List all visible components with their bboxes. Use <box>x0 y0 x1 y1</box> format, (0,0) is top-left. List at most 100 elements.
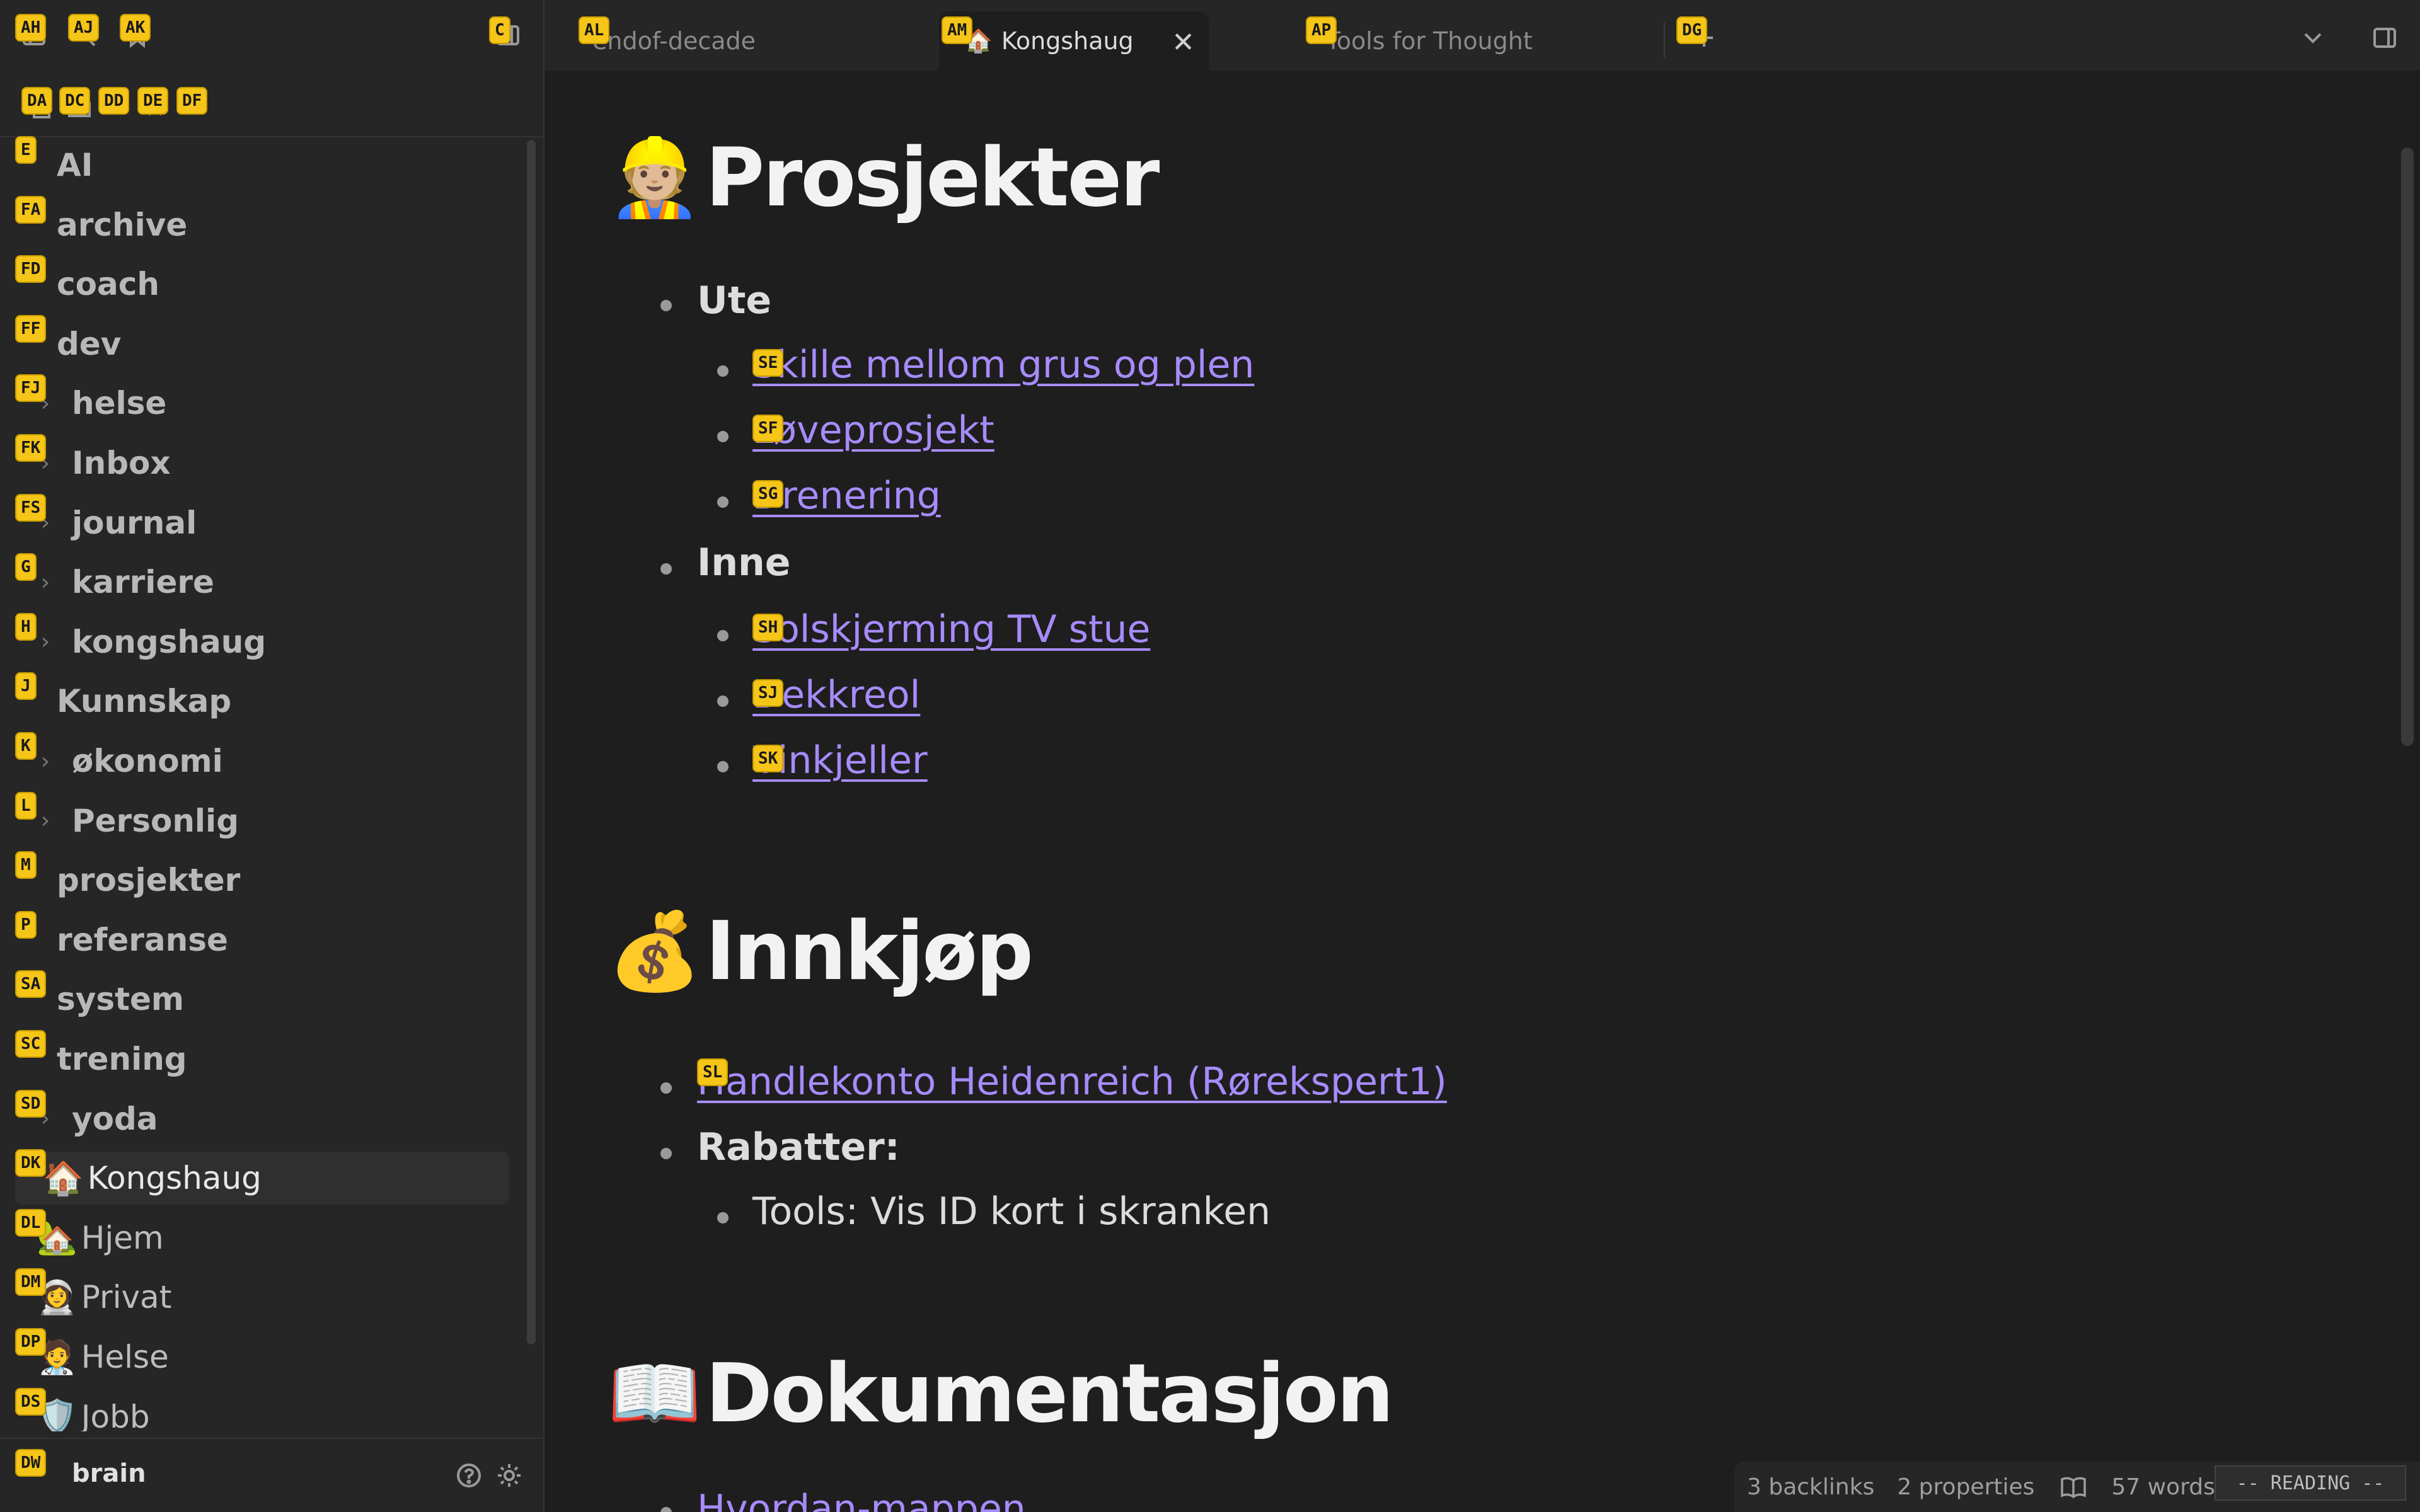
link-dokumentasjon-partial[interactable]: Hvordan-mappen... <box>697 1487 1062 1512</box>
hint-badge: SL <box>697 1058 729 1086</box>
tree-item-inbox[interactable]: › Inbox <box>33 437 171 490</box>
vault-name[interactable]: brain <box>72 1459 146 1488</box>
heading-prosjekter: 👷🏼 Prosjekter <box>608 131 1160 225</box>
tab-label: Kongshaug <box>1001 27 1134 55</box>
hint-badge: DF <box>176 87 208 115</box>
tree-item-dev[interactable]: dev <box>57 318 121 370</box>
tree-item-system[interactable]: system <box>57 973 184 1026</box>
list-item: Hvordan-mappen... <box>697 1487 1062 1512</box>
hint-badge: FD <box>15 255 47 284</box>
tree-item-jobb[interactable]: 🛡️ Jobb <box>37 1390 150 1431</box>
tree-item-label: prosjekter <box>57 862 241 899</box>
vim-mode-indicator: -- READING -- <box>2215 1465 2406 1501</box>
link-loveprosjekt[interactable]: Løveprosjekt <box>752 408 994 452</box>
hint-badge: DE <box>137 87 169 115</box>
hint-badge: DD <box>98 87 130 115</box>
tree-item-hjem[interactable]: 🏡 Hjem <box>37 1211 164 1264</box>
backlinks-count[interactable]: 3 backlinks <box>1747 1474 1874 1500</box>
tree-item-journal[interactable]: › journal <box>33 496 197 549</box>
bullet-icon <box>717 365 729 377</box>
bullet-icon <box>660 300 672 311</box>
tree-item-label: Privat <box>81 1279 172 1316</box>
tab-bar: endof-decade 🏠 Kongshaug ✕ Tools for Tho… <box>544 0 2420 71</box>
tree-item-label: archive <box>57 206 188 243</box>
tab-kongshaug[interactable]: 🏠 Kongshaug ✕ <box>939 11 1209 71</box>
hint-badge: P <box>15 910 37 939</box>
hint-badge: AP <box>1306 16 1337 44</box>
hint-badge: FS <box>15 493 47 522</box>
hint-badge: M <box>15 851 37 879</box>
list-item-tools: Tools: Vis ID kort i skranken <box>752 1189 1271 1234</box>
tab-list-chevron-down-icon[interactable] <box>2294 19 2332 57</box>
sidebar-scrollbar[interactable] <box>527 140 536 1344</box>
hint-badge: K <box>15 732 37 760</box>
tree-item-helse[interactable]: › helse <box>33 377 167 430</box>
hint-badge: DG <box>1676 16 1708 44</box>
hint-badge: DK <box>15 1149 47 1177</box>
bullet-icon <box>660 1507 672 1512</box>
tree-item-label: yoda <box>72 1100 158 1137</box>
bullet-icon <box>660 1082 672 1094</box>
tree-item-label: coach <box>57 266 159 303</box>
chevron-right-icon[interactable]: › <box>33 808 58 833</box>
hint-badge: DL <box>15 1208 47 1237</box>
right-sidebar-toggle-icon[interactable] <box>2366 19 2404 57</box>
tree-item-label: dev <box>57 325 122 362</box>
chevron-right-icon[interactable]: › <box>33 629 58 655</box>
reading-mode-icon[interactable] <box>2060 1473 2087 1501</box>
chevron-right-icon[interactable]: › <box>33 570 58 595</box>
tree-item-økonomi[interactable]: › økonomi <box>33 735 223 788</box>
link-solskjerming-tv-stue[interactable]: Solskjerming TV stue <box>752 607 1150 651</box>
tree-item-label: system <box>57 981 185 1018</box>
tree-item-ai[interactable]: AI <box>57 139 93 192</box>
tree-item-coach[interactable]: coach <box>57 258 159 311</box>
word-count: 57 words <box>2111 1474 2215 1500</box>
left-sidebar: AI archive coach dev › helse › Inbox › journal › ka… <box>0 0 544 1512</box>
bullet-icon <box>717 496 729 508</box>
tree-item-kongshaug[interactable]: › kongshaug <box>33 616 266 668</box>
hint-badge: DC <box>59 87 91 115</box>
tree-item-kunnskap[interactable]: Kunnskap <box>57 675 231 728</box>
list-item-inne: Inne <box>697 541 791 585</box>
hint-badge: FJ <box>15 374 47 403</box>
settings-gear-icon[interactable] <box>490 1457 528 1494</box>
tree-item-prosjekter[interactable]: prosjekter <box>57 854 240 907</box>
bullet-icon <box>717 431 729 442</box>
tree-item-label: Hjem <box>81 1219 164 1256</box>
money-bag-icon: 💰 <box>608 907 702 995</box>
tree-item-label: Kunnskap <box>57 683 232 720</box>
link-skille-mellom-grus-og-plen[interactable]: Skille mellom grus og plen <box>752 343 1254 387</box>
properties-count[interactable]: 2 properties <box>1897 1474 2034 1500</box>
tab-endof-decade[interactable]: endof-decade <box>567 11 908 71</box>
tree-item-archive[interactable]: archive <box>57 198 187 251</box>
file-emoji-icon: 🏠 <box>43 1159 84 1198</box>
hint-badge: SC <box>15 1030 47 1058</box>
tree-item-yoda[interactable]: › yoda <box>33 1092 158 1145</box>
tree-item-label: kongshaug <box>72 623 267 660</box>
tree-item-helse[interactable]: 🧑‍⚕️ Helse <box>37 1331 169 1383</box>
tree-item-trening[interactable]: trening <box>57 1033 187 1085</box>
tree-item-referanse[interactable]: referanse <box>57 914 228 966</box>
tab-tools-for-thought[interactable]: Tools for Thought <box>1301 11 1641 71</box>
tree-item-personlig[interactable]: › Personlig <box>33 794 239 847</box>
close-tab-icon[interactable]: ✕ <box>1172 26 1195 59</box>
tree-item-karriere[interactable]: › karriere <box>33 556 214 609</box>
file-tree: AI archive coach dev › helse › Inbox › journal › ka… <box>0 136 529 1431</box>
link-handlekonto-heidenreich[interactable]: Handlekonto Heidenreich (Rørekspert1) <box>697 1060 1447 1104</box>
hint-badge: SK <box>752 745 784 772</box>
content-scrollbar[interactable] <box>2401 147 2414 746</box>
hint-badge: SH <box>752 614 784 641</box>
list-item-ute: Ute <box>697 278 772 323</box>
hint-badge: SE <box>752 349 784 377</box>
tree-item-label: AI <box>57 147 93 183</box>
tree-item-privat[interactable]: 👩‍🚀 Privat <box>37 1271 171 1324</box>
list-item: Skille mellom grus og plen <box>752 343 1254 387</box>
hint-badge: DW <box>15 1449 47 1477</box>
help-icon[interactable] <box>450 1457 488 1494</box>
hint-badge: C <box>489 16 510 44</box>
hint-badge: SJ <box>752 679 784 707</box>
chevron-right-icon[interactable]: › <box>33 748 58 774</box>
tree-item-kongshaug[interactable]: 🏠 Kongshaug <box>15 1152 509 1205</box>
tree-item-label: Jobb <box>81 1398 150 1431</box>
hint-badge: AJ <box>68 14 100 42</box>
